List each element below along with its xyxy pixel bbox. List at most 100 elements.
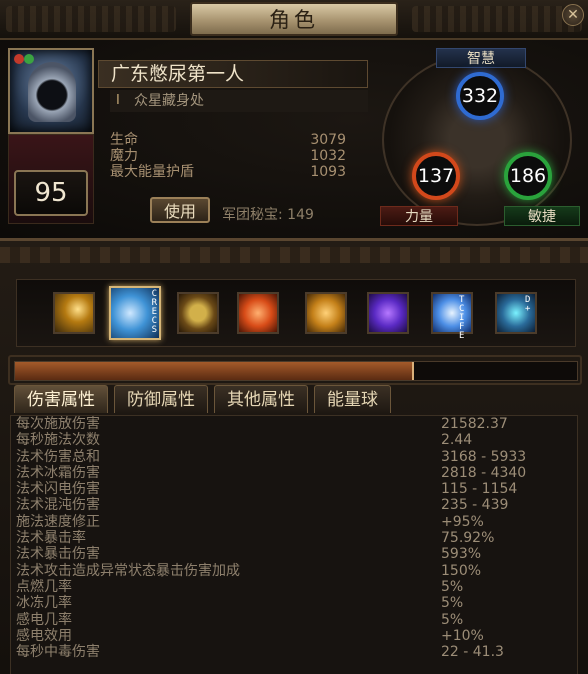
dexterity-orb[interactable]: 186 — [504, 152, 552, 200]
fist-skill-icon[interactable] — [367, 292, 409, 334]
stat-value: 593% — [441, 546, 482, 563]
stat-value: 22 - 41.3 — [441, 644, 504, 661]
stat-tabs: 伤害属性 防御属性 其他属性 能量球 — [14, 385, 434, 415]
stat-name: 施法速度修正 — [16, 513, 100, 530]
ice-spell-skill-icon[interactable]: C R E C S — [109, 286, 161, 340]
stat-row: 每秒施法次数 2.44 — [11, 432, 577, 448]
stat-row: 点燃几率 5% — [11, 579, 577, 595]
guild-banner-icon: Ⅰ — [116, 93, 120, 108]
stat-value: 3168 - 5933 — [441, 448, 527, 465]
intelligence-orb[interactable]: 332 — [456, 72, 504, 120]
stat-row: 法术冰霜伤害 2818 - 4340 — [11, 465, 577, 481]
stats-panel: C R E C S T C I F E D + 伤害属性 防御属性 其他属性 能… — [0, 238, 588, 674]
tab-damage[interactable]: 伤害属性 — [14, 385, 108, 413]
experience-fill — [15, 362, 415, 380]
experience-bar — [14, 361, 578, 381]
skill-support-tag: D + — [525, 295, 531, 314]
character-portrait[interactable] — [8, 48, 94, 134]
stat-name: 感电几率 — [16, 611, 72, 628]
title-bar: 角色 ✕ — [0, 0, 588, 40]
stat-name: 法术混沌伤害 — [16, 497, 100, 514]
stat-row: 感电效用 +10% — [11, 628, 577, 644]
skill-support-tag: T C I F E — [459, 295, 465, 341]
stat-row: 冰冻几率 5% — [11, 595, 577, 611]
stat-row: 法术暴击伤害 593% — [11, 546, 577, 562]
vital-value: 1032 — [310, 148, 346, 164]
tab-other[interactable]: 其他属性 — [214, 385, 308, 413]
attribute-dial: 智慧 332 137 186 力量 敏捷 — [374, 48, 580, 228]
dagger-skill-icon[interactable] — [53, 292, 95, 334]
stat-value: 75.92% — [441, 530, 495, 547]
stat-value: +10% — [441, 627, 484, 644]
strength-label: 力量 — [380, 206, 458, 226]
dexterity-label: 敏捷 — [504, 206, 580, 226]
use-button[interactable]: 使用 — [150, 197, 210, 223]
stat-list: 每次施放伤害 21582.37 每秒施法次数 2.44 法术伤害总和 3168 - 593… — [10, 415, 578, 674]
window-title: 角色 — [190, 2, 398, 36]
tab-charges[interactable]: 能量球 — [314, 385, 391, 413]
hooded-figure-icon — [28, 62, 76, 122]
tab-defense[interactable]: 防御属性 — [114, 385, 208, 413]
stat-value: 235 - 439 — [441, 497, 509, 514]
stat-name: 点燃几率 — [16, 578, 72, 595]
stat-value: 21582.37 — [441, 416, 508, 432]
vital-value: 3079 — [310, 132, 346, 148]
stat-value: 115 - 1154 — [441, 481, 518, 498]
vital-label: 生命 — [110, 132, 138, 148]
stat-name: 冰冻几率 — [16, 595, 72, 612]
ornament-divider — [0, 247, 588, 263]
skill-bar: C R E C S T C I F E D + — [16, 279, 576, 347]
intelligence-label: 智慧 — [436, 48, 526, 68]
legion-treasure-count: 军团秘宝: 149 — [222, 207, 314, 223]
level-badge: 95 — [14, 170, 88, 216]
stat-name: 每秒施法次数 — [16, 432, 100, 449]
stat-row: 法术暴击率 75.92% — [11, 530, 577, 546]
vitals-list: 生命 3079 魔力 1032 最大能量护盾 1093 — [110, 132, 346, 180]
stat-row: 每秒中毒伤害 22 - 41.3 — [11, 644, 577, 660]
cube-skill-icon[interactable] — [305, 292, 347, 334]
stat-row: 法术混沌伤害 235 - 439 — [11, 497, 577, 513]
strength-orb[interactable]: 137 — [412, 152, 460, 200]
stat-row: 法术攻击造成异常状态暴击伤害加成 150% — [11, 563, 577, 579]
title-ornament-left — [6, 6, 176, 32]
stat-name: 法术闪电伤害 — [16, 481, 100, 498]
stat-name: 法术伤害总和 — [16, 448, 100, 465]
guild-name: 众星藏身处 — [134, 93, 204, 109]
close-button[interactable]: ✕ — [562, 4, 584, 26]
stat-name: 法术暴击率 — [16, 530, 86, 547]
vital-label: 最大能量护盾 — [110, 164, 194, 180]
skill-support-tag: C R E C S — [151, 289, 157, 335]
green-gem-icon — [24, 54, 34, 64]
stat-name: 法术暴击伤害 — [16, 546, 100, 563]
vital-label: 魔力 — [110, 148, 138, 164]
stat-value: 5% — [441, 595, 464, 612]
vital-value: 1093 — [310, 164, 346, 180]
stat-name: 法术攻击造成异常状态暴击伤害加成 — [16, 562, 240, 579]
character-header: 95 广东憋尿第一人 Ⅰ 众星藏身处 生命 3079 魔力 1032 最大能量护… — [0, 40, 588, 238]
stat-value: 5% — [441, 611, 464, 628]
stat-row: 法术伤害总和 3168 - 5933 — [11, 449, 577, 465]
vital-row-life: 生命 3079 — [110, 132, 346, 148]
lightning-skill-icon[interactable]: T C I F E — [431, 292, 473, 341]
stat-name: 每次施放伤害 — [16, 416, 100, 432]
stat-value: 150% — [441, 562, 482, 579]
vital-row-energy-shield: 最大能量护盾 1093 — [110, 164, 346, 180]
stat-name: 感电效用 — [16, 627, 72, 644]
title-ornament-right — [412, 6, 582, 32]
aura-skill-icon[interactable]: D + — [495, 292, 537, 334]
vital-row-mana: 魔力 1032 — [110, 148, 346, 164]
stat-value: 5% — [441, 578, 464, 595]
stat-row: 法术闪电伤害 115 - 1154 — [11, 481, 577, 497]
guild-row: Ⅰ 众星藏身处 — [110, 90, 368, 112]
character-name: 广东憋尿第一人 — [98, 60, 368, 88]
rune-skill-icon[interactable] — [177, 292, 219, 334]
stat-row: 感电几率 5% — [11, 612, 577, 628]
stat-name: 每秒中毒伤害 — [16, 644, 100, 661]
stat-value: 2818 - 4340 — [441, 464, 527, 481]
stat-row: 每次施放伤害 21582.37 — [11, 416, 577, 432]
stat-value: 2.44 — [441, 432, 473, 449]
dash-skill-icon[interactable] — [237, 292, 279, 334]
stat-value: +95% — [441, 513, 484, 530]
stat-name: 法术冰霜伤害 — [16, 464, 100, 481]
red-gem-icon — [14, 54, 24, 64]
